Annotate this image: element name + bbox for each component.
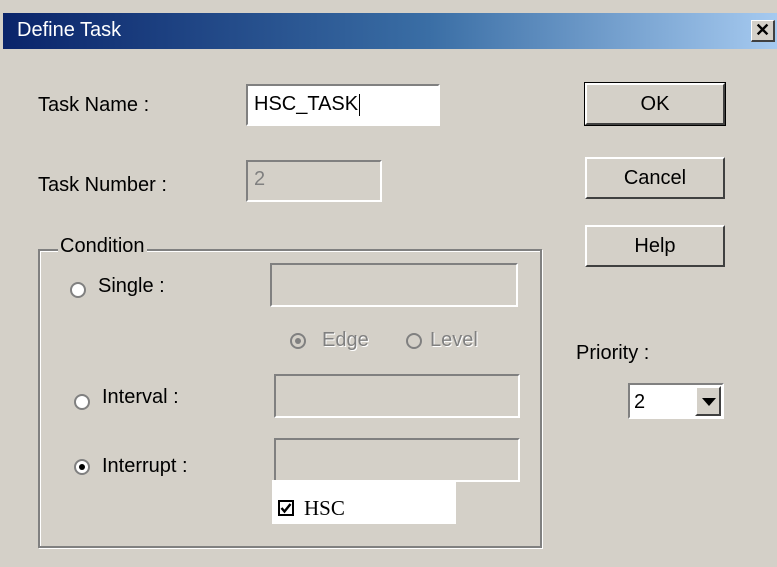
priority-value: 2 — [634, 391, 646, 413]
hsc-checkbox[interactable] — [278, 500, 294, 516]
task-number-field: 2 — [246, 160, 382, 202]
task-number-label: Task Number : — [38, 174, 167, 196]
ok-button-label: OK — [640, 93, 670, 115]
interval-label: Interval : — [102, 386, 179, 408]
interrupt-label: Interrupt : — [102, 455, 188, 477]
level-label: Level — [430, 329, 478, 351]
interval-input — [274, 374, 520, 418]
level-radio — [406, 333, 422, 349]
single-radio[interactable] — [70, 282, 86, 298]
edge-radio — [290, 333, 306, 349]
condition-group-label: Condition — [58, 235, 147, 258]
checkmark-icon — [280, 503, 292, 514]
priority-dropdown-button[interactable] — [695, 386, 721, 416]
close-icon: ✕ — [754, 20, 771, 40]
priority-label: Priority : — [576, 342, 650, 364]
task-number-value: 2 — [254, 168, 266, 190]
task-name-label: Task Name : — [38, 94, 150, 116]
task-name-input[interactable]: HSC_TASK — [246, 84, 440, 126]
task-name-value: HSC_TASK — [254, 93, 359, 115]
help-button[interactable]: Help — [585, 225, 725, 267]
hsc-option-area — [272, 480, 456, 524]
help-button-label: Help — [634, 235, 676, 257]
single-input — [270, 263, 518, 307]
text-caret — [359, 93, 361, 116]
single-label: Single : — [98, 275, 165, 297]
interrupt-radio[interactable] — [74, 459, 90, 475]
window-title: Define Task — [17, 19, 122, 41]
priority-select[interactable]: 2 — [628, 383, 724, 419]
cancel-button[interactable]: Cancel — [585, 157, 725, 199]
ok-button[interactable]: OK — [584, 82, 726, 126]
cancel-button-label: Cancel — [623, 167, 687, 189]
define-task-dialog: Define Task ✕ Task Name : HSC_TASK Task … — [0, 0, 777, 567]
chevron-down-icon — [702, 398, 716, 406]
interrupt-input — [274, 438, 520, 482]
title-bar: Define Task ✕ — [3, 13, 777, 49]
interval-radio[interactable] — [74, 394, 90, 410]
hsc-label: HSC — [304, 496, 345, 520]
edge-label: Edge — [322, 329, 369, 351]
edge-radio-dot — [295, 338, 301, 344]
close-button[interactable]: ✕ — [751, 20, 775, 42]
interrupt-radio-dot — [79, 464, 85, 470]
